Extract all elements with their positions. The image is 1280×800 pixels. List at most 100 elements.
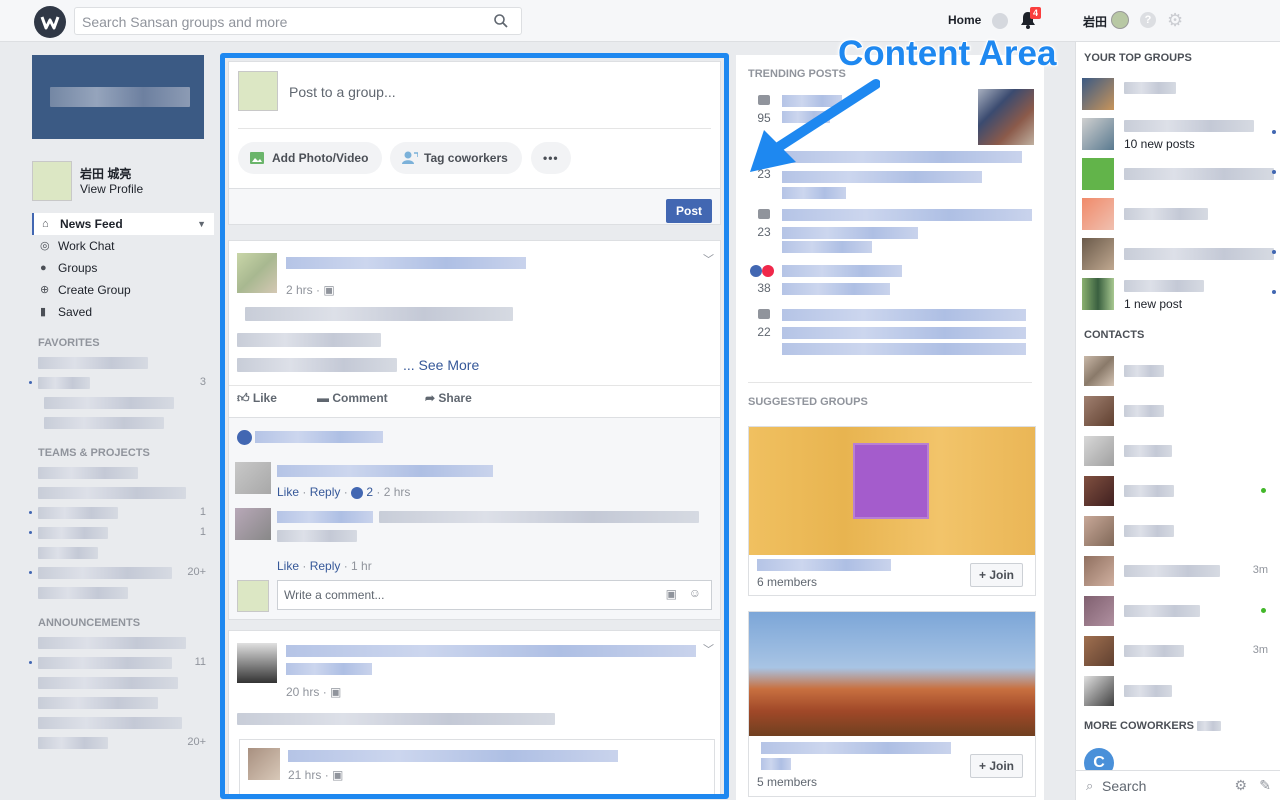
chevron-down-icon[interactable]: ﹀	[703, 251, 714, 267]
post-timestamp[interactable]: 2 hrs · ▣	[286, 283, 335, 297]
compose-icon[interactable]: ✎	[1259, 777, 1271, 794]
contact-item[interactable]	[1084, 476, 1274, 506]
company-cover[interactable]	[32, 55, 204, 139]
chevron-down-icon[interactable]: ﹀	[703, 641, 714, 657]
comment-like-link[interactable]: Like	[277, 485, 299, 499]
favorite-item[interactable]: 3	[29, 373, 214, 393]
group-cover-image[interactable]	[749, 427, 1035, 555]
comment-like-link[interactable]: Like	[277, 559, 299, 573]
profile-avatar[interactable]	[32, 161, 72, 201]
nav-item-groups[interactable]: ● Groups	[32, 257, 214, 279]
workplace-logo-icon[interactable]	[34, 6, 66, 38]
post-author-name[interactable]	[286, 257, 526, 269]
user-name[interactable]: 岩田	[1083, 13, 1107, 30]
composer-input[interactable]: Post to a group...	[289, 84, 396, 100]
nav-item-news-feed[interactable]: ⌂ News Feed ▼	[32, 213, 214, 235]
view-profile-link[interactable]: View Profile	[80, 182, 143, 196]
shared-post[interactable]: 21 hrs · ▣	[239, 739, 715, 794]
post-author-name[interactable]	[286, 645, 696, 657]
profile-block[interactable]: 岩田 城亮 View Profile	[32, 161, 214, 203]
commenter-avatar[interactable]	[235, 508, 271, 540]
more-options-button[interactable]: •••	[531, 142, 571, 174]
comment-reply-link[interactable]: Reply	[310, 559, 341, 573]
nav-item-work-chat[interactable]: ◎ Work Chat	[32, 235, 214, 257]
team-item[interactable]: 1	[29, 523, 214, 543]
like-icon: 👍︎	[237, 391, 250, 405]
add-photo-video-button[interactable]: Add Photo/Video	[238, 142, 383, 174]
group-name[interactable]	[761, 758, 791, 770]
suggested-group-card[interactable]: 6 members + Join	[748, 426, 1036, 596]
contact-item[interactable]	[1084, 516, 1274, 546]
favorite-item[interactable]	[32, 413, 214, 433]
search-icon[interactable]	[493, 13, 509, 29]
nav-item-create-group[interactable]: ⊕ Create Group	[32, 279, 214, 301]
top-group-item[interactable]	[1082, 76, 1278, 112]
team-item[interactable]	[32, 543, 214, 563]
user-avatar[interactable]	[1111, 11, 1129, 29]
contact-item[interactable]	[1084, 436, 1274, 466]
likers-list[interactable]	[255, 431, 383, 443]
group-name[interactable]	[761, 742, 951, 754]
announcement-item[interactable]	[32, 633, 214, 653]
nav-item-saved[interactable]: ▮ Saved	[32, 301, 214, 323]
left-navigation: 岩田 城亮 View Profile ⌂ News Feed ▼ ◎ Work Cha…	[29, 55, 214, 753]
group-name[interactable]	[757, 559, 891, 571]
home-link[interactable]: Home	[948, 13, 981, 27]
announcement-item[interactable]	[32, 673, 214, 693]
group-cover-image[interactable]	[749, 612, 1035, 736]
write-comment-input[interactable]: Write a comment... ▣ ☺	[277, 580, 712, 610]
commenter-avatar[interactable]	[235, 462, 271, 494]
top-group-item[interactable]	[1082, 196, 1278, 232]
post-author-avatar[interactable]	[237, 643, 277, 683]
top-group-item[interactable]	[1082, 156, 1278, 192]
team-item[interactable]	[32, 483, 214, 503]
post-author-avatar[interactable]	[237, 253, 277, 293]
top-group-item[interactable]	[1082, 236, 1278, 272]
contact-item[interactable]	[1084, 396, 1274, 426]
contact-item[interactable]	[1084, 676, 1274, 706]
comment-button[interactable]: ▬ Comment	[317, 391, 388, 405]
announcement-item[interactable]: 11	[29, 653, 214, 673]
profile-name[interactable]: 岩田 城亮	[80, 165, 131, 182]
top-group-item[interactable]: 1 new post	[1082, 276, 1278, 312]
emoji-icon[interactable]: ☺	[689, 586, 701, 600]
announcement-item[interactable]: 20+	[32, 733, 214, 753]
help-icon[interactable]: ?	[1140, 12, 1156, 28]
chevron-down-icon[interactable]: ▼	[197, 213, 206, 235]
gear-icon[interactable]: ⚙	[1234, 777, 1247, 794]
shared-author-name[interactable]	[288, 750, 618, 762]
top-group-item[interactable]: 10 new posts	[1082, 116, 1278, 152]
join-group-button[interactable]: + Join	[969, 754, 1023, 778]
post-group-name[interactable]	[286, 663, 372, 675]
search-input[interactable]: Search Sansan groups and more	[74, 7, 522, 35]
shared-timestamp[interactable]: 21 hrs · ▣	[288, 768, 343, 782]
team-item[interactable]: 1	[29, 503, 214, 523]
contact-item[interactable]	[1084, 596, 1274, 626]
join-group-button[interactable]: + Join	[969, 563, 1023, 587]
camera-icon[interactable]: ▣	[666, 587, 677, 601]
announcement-item[interactable]	[32, 693, 214, 713]
chat-icon[interactable]	[992, 13, 1008, 29]
shared-author-avatar[interactable]	[248, 748, 280, 780]
team-item[interactable]	[32, 583, 214, 603]
contact-item[interactable]: 3m	[1084, 636, 1274, 666]
gear-icon[interactable]: ⚙	[1167, 11, 1183, 29]
team-item[interactable]	[32, 463, 214, 483]
announcement-item[interactable]	[32, 713, 214, 733]
contact-item[interactable]: 3m	[1084, 556, 1274, 586]
favorite-item[interactable]	[32, 393, 214, 413]
contacts-search-placeholder[interactable]: Search	[1102, 778, 1146, 794]
post-timestamp[interactable]: 20 hrs · ▣	[286, 685, 341, 699]
see-more-link[interactable]: ... See More	[403, 357, 479, 373]
contact-item[interactable]	[1084, 356, 1274, 386]
comment-reply-link[interactable]: Reply	[310, 485, 341, 499]
share-button[interactable]: ➦ Share	[425, 391, 472, 405]
contacts-search[interactable]: ⌕ Search ⚙ ✎	[1076, 770, 1280, 800]
suggested-group-card[interactable]: 5 members + Join	[748, 611, 1036, 797]
tag-coworkers-button[interactable]: Tag coworkers	[390, 142, 522, 174]
commenter-name[interactable]	[277, 511, 373, 523]
post-button[interactable]: Post	[665, 199, 712, 223]
like-button[interactable]: 👍︎ Like	[237, 391, 277, 406]
favorite-item[interactable]	[32, 353, 214, 373]
team-item[interactable]: 20+	[29, 563, 214, 583]
